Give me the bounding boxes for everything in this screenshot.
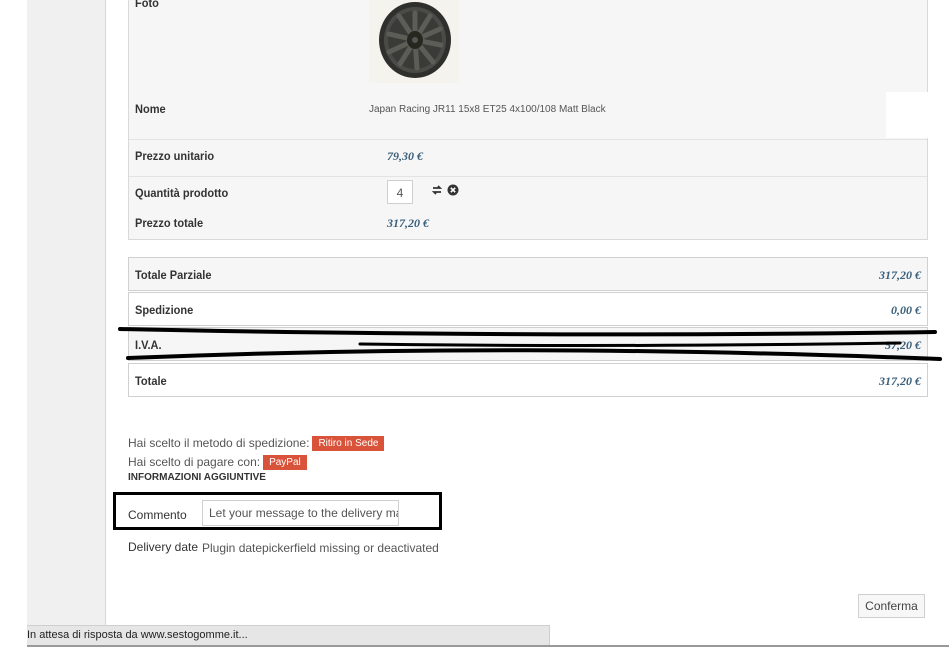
shipping-method-text: Hai scelto il metodo di spedizione: — [128, 436, 310, 450]
delivery-date-label: Delivery date — [128, 540, 199, 554]
delivery-date-value: Plugin datepickerfield missing or deacti… — [202, 541, 439, 555]
shipping-method-tag: Ritiro in Sede — [312, 436, 385, 452]
confirm-button[interactable]: Conferma — [858, 594, 925, 618]
shipping-method-line: Hai scelto il metodo di spedizione: Ritir… — [128, 436, 385, 452]
browser-status-bar: In attesa di risposta da www.sestogomme.… — [27, 625, 550, 645]
comment-label: Commento — [128, 508, 187, 522]
payment-text: Hai scelto di pagare con: — [128, 455, 261, 469]
comment-textarea[interactable]: Let your message to the delivery man. — [202, 500, 399, 526]
additional-info-heading: INFORMAZIONI AGGIUNTIVE — [128, 472, 266, 483]
payment-tag: PayPal — [263, 455, 307, 471]
payment-method-line: Hai scelto di pagare con: PayPal — [128, 455, 307, 471]
